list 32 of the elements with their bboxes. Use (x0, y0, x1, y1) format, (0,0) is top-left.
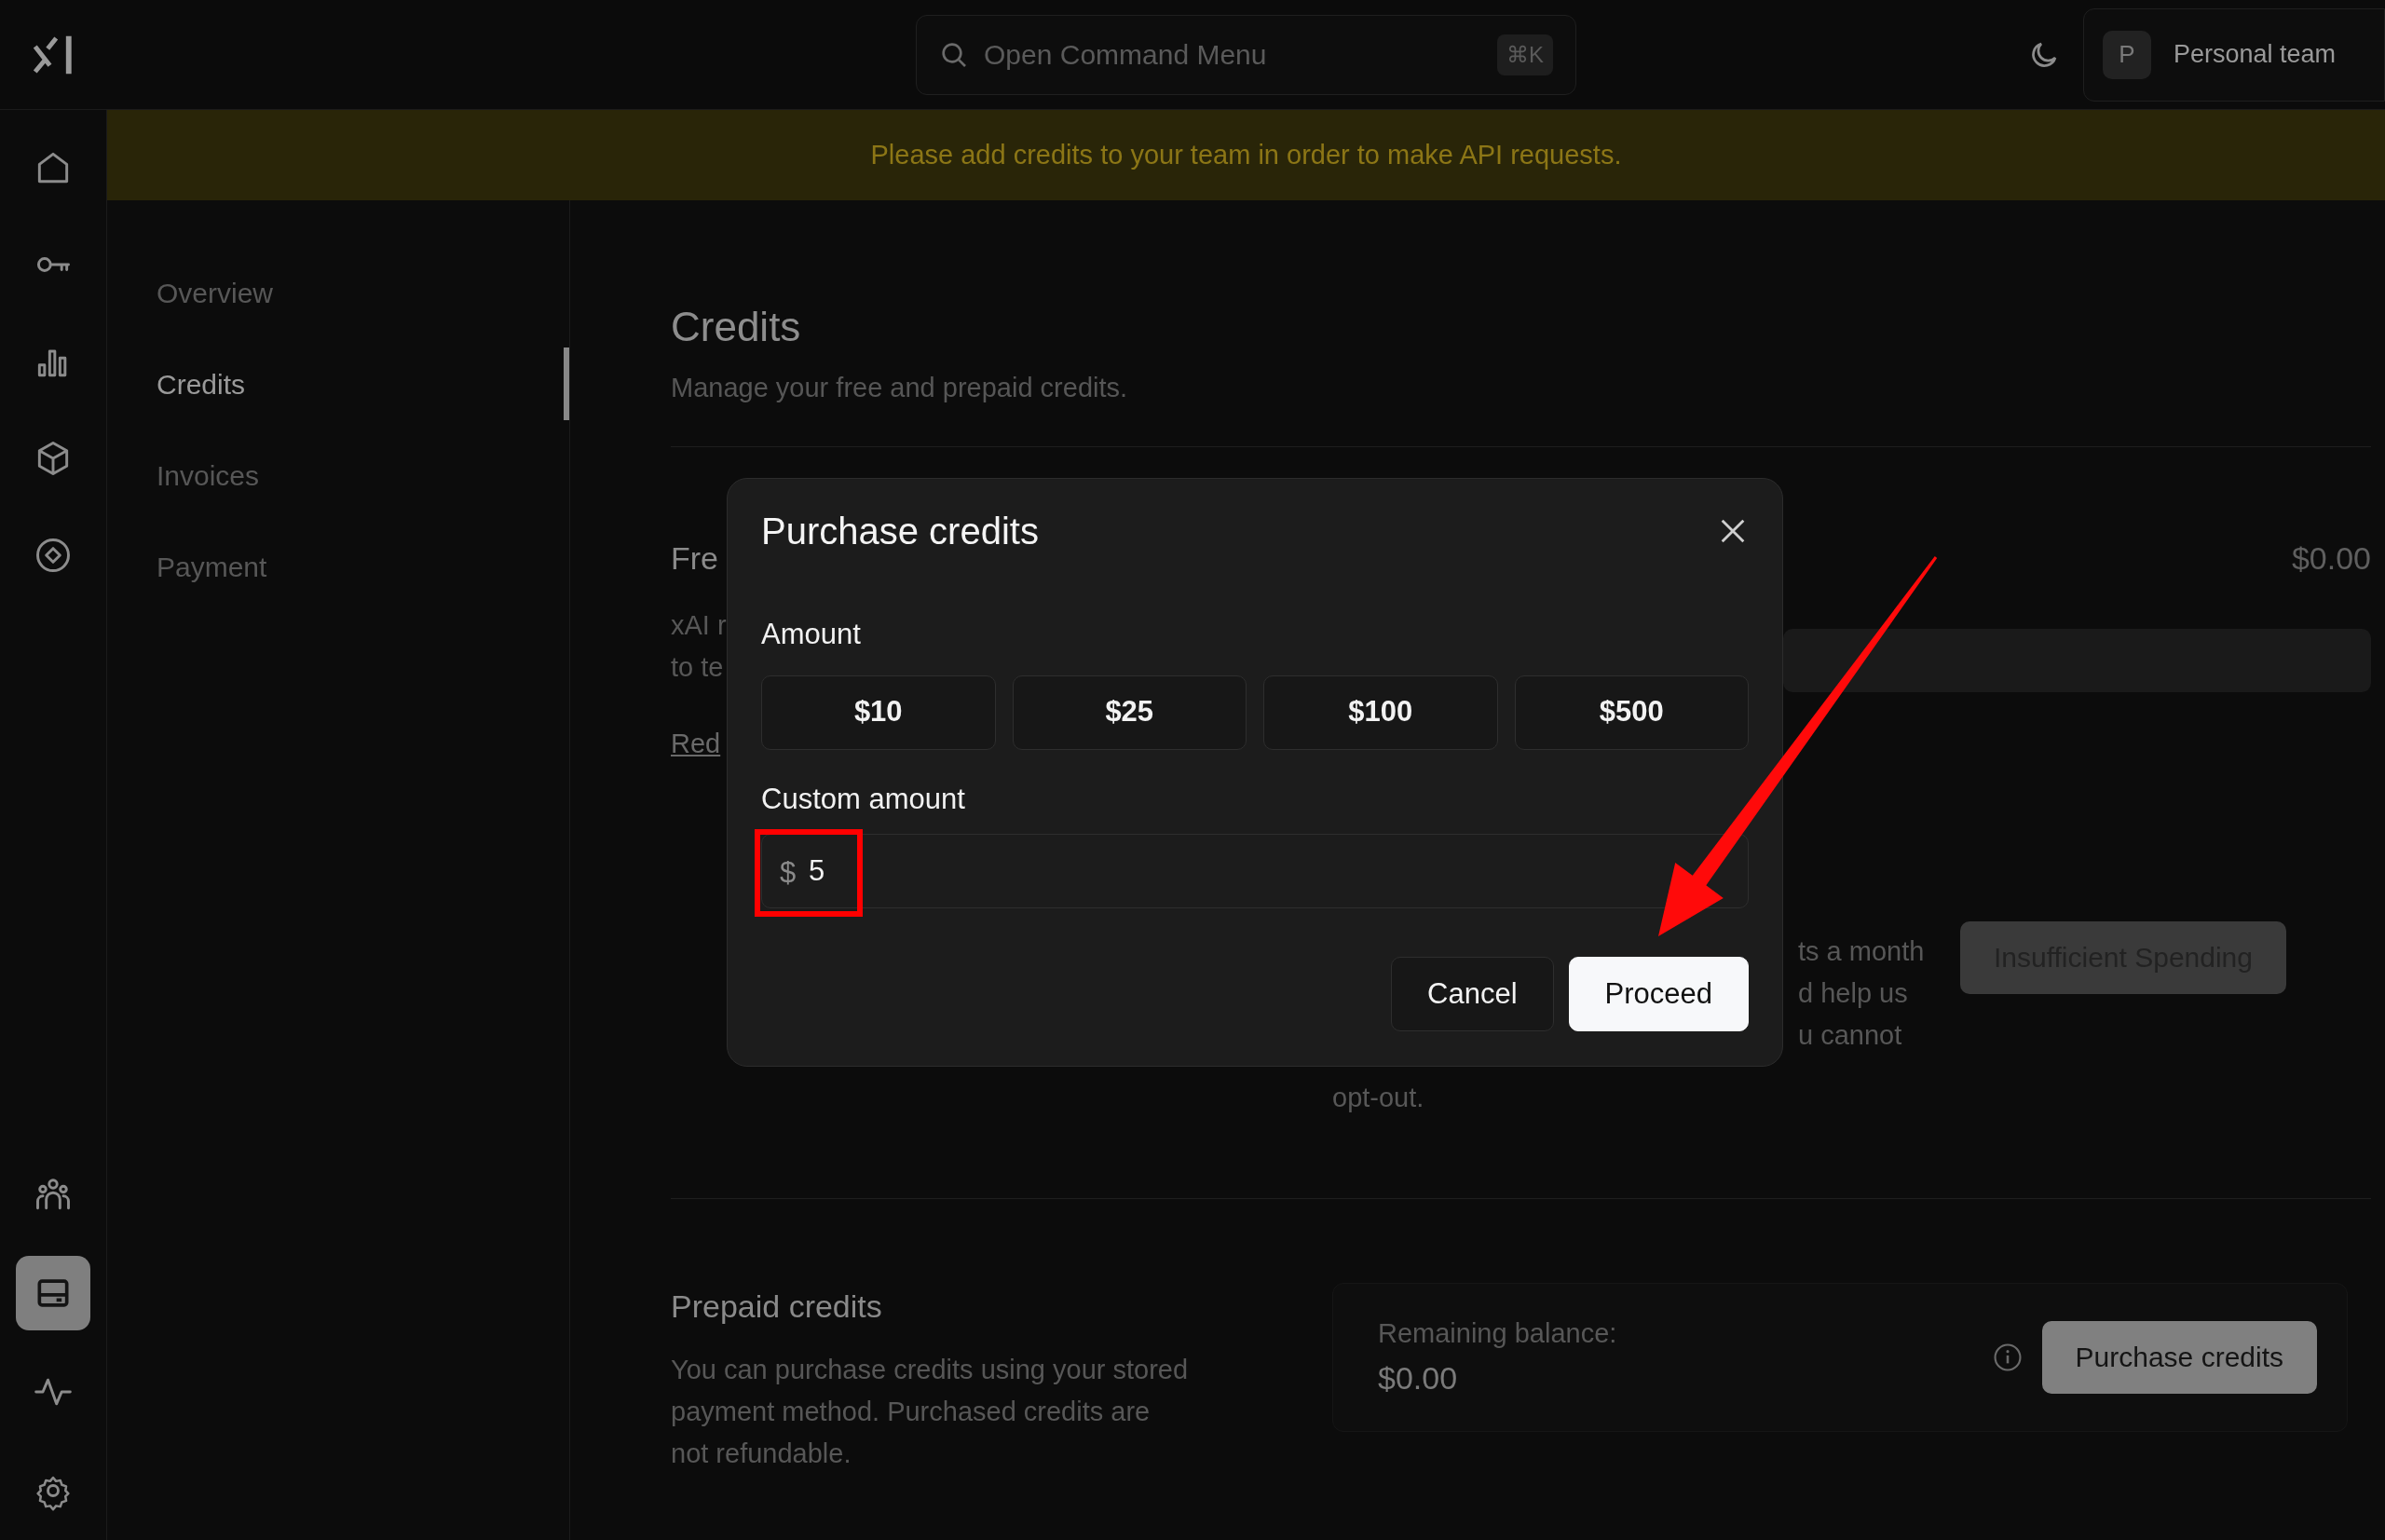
cancel-button[interactable]: Cancel (1391, 957, 1554, 1031)
avatar: P (2102, 30, 2151, 79)
body-text: d help us (1798, 976, 1908, 1010)
body-text: ts a month (1798, 934, 1925, 968)
body-text: u cannot (1798, 1018, 1902, 1052)
section-heading: Prepaid credits (671, 1287, 883, 1326)
amount-option[interactable]: $10 (761, 675, 996, 750)
section-description: You can purchase credits using your stored payment method. Purchased credits are not refundable. (671, 1353, 1190, 1470)
purchase-credits-button[interactable]: Purchase credits (2041, 1320, 2317, 1394)
subnav-item[interactable]: Credits (107, 348, 569, 420)
proceed-button[interactable]: Proceed (1568, 957, 1749, 1031)
body-text: opt-out. (1332, 1081, 1424, 1114)
currency-prefix: $ (780, 855, 797, 891)
amount-option[interactable]: $100 (1263, 675, 1498, 750)
redeem-link[interactable]: Red (671, 723, 721, 765)
dialog-title: Purchase credits (761, 510, 1039, 553)
field-label: Amount (761, 617, 862, 652)
body-text: to te (671, 650, 724, 684)
sidebar-icon-button[interactable] (16, 1256, 90, 1330)
body-text: xAI r (671, 608, 727, 642)
section-heading: Fre (671, 538, 719, 578)
amount-option[interactable]: $500 (1514, 675, 1749, 750)
amount-option[interactable]: $25 (1012, 675, 1247, 750)
balance-amount: $0.00 (1378, 1358, 1459, 1397)
page-subtitle: Manage your free and prepaid credits. (671, 372, 1129, 405)
page-title: Credits (671, 305, 802, 350)
field-label: Custom amount (761, 781, 966, 817)
team-switcher[interactable]: P Personal team (2082, 7, 2385, 102)
shortcut-hint: ⌘K (1497, 34, 1553, 75)
balance-label: Remaining balance: (1378, 1316, 1618, 1350)
credit-amount: $0.00 (2291, 538, 2371, 578)
warning-banner: Please add credits to your team in order to make API requests. (107, 110, 2385, 200)
